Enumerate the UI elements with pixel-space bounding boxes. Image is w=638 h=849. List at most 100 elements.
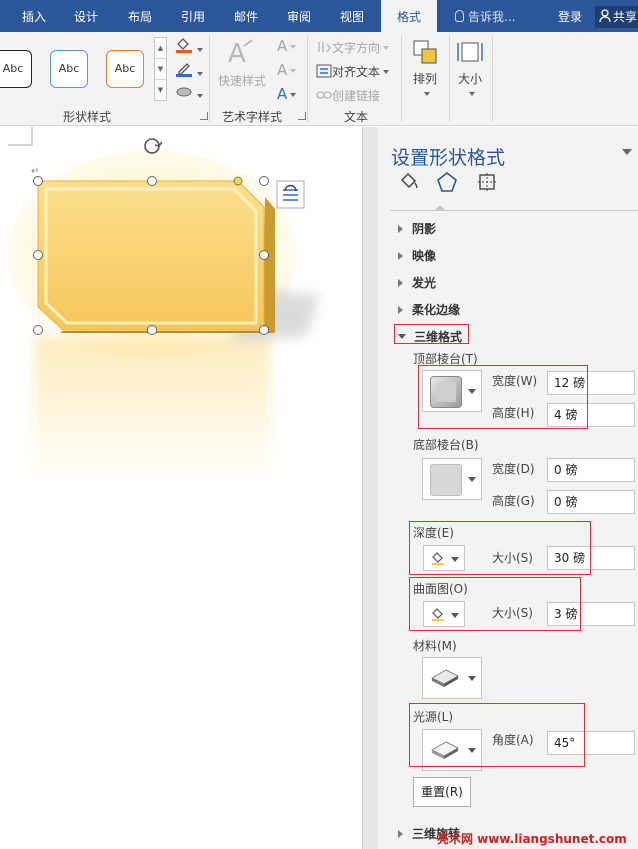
shape-fill-button[interactable] [174,36,203,57]
divider [209,36,210,122]
align-text-icon [316,64,332,78]
resize-handle[interactable] [259,250,269,260]
quick-styles-label: 快速样式 [218,74,267,88]
bottom-bevel-width-input[interactable]: 0 磅 [547,458,635,482]
arrange-icon [413,40,437,64]
layout-options-icon[interactable] [276,180,305,209]
size-caret [469,92,475,96]
svg-text:A: A [228,39,246,68]
effects-tab-icon[interactable] [436,171,458,193]
text-direction-icon [318,42,331,53]
top-bevel-dropdown[interactable] [422,370,482,412]
share-button[interactable]: 共享 [595,6,638,28]
bottom-bevel-height-label: 高度(G) [492,494,535,508]
resize-handle[interactable] [33,250,43,260]
resize-handle[interactable] [33,176,43,186]
pane-title: 设置形状格式 [391,147,506,169]
shape-styles-label: 形状样式 [63,110,112,124]
tab-insert[interactable]: 插入 [10,0,58,32]
bottom-bevel-height-input[interactable]: 0 磅 [547,490,635,514]
depth-color-dropdown[interactable] [423,545,465,571]
person-icon [599,9,611,23]
resize-handle[interactable] [259,325,269,335]
tab-view[interactable]: 视图 [328,0,376,32]
bevel-none-icon [430,464,462,496]
tab-design[interactable]: 设计 [62,0,110,32]
contour-size-label: 大小(S) [492,606,533,620]
resize-handle[interactable] [33,325,43,335]
material-label: 材料(M) [413,639,457,653]
shape-effects-button[interactable] [174,84,203,103]
lighting-angle-label: 角度(A) [492,733,534,747]
pane-splitter[interactable] [362,127,378,849]
selected-shape[interactable] [37,180,265,331]
contour-label: 曲面图(O) [413,582,468,596]
align-text-label: 对齐文本 [332,65,381,79]
contour-color-dropdown[interactable] [423,601,465,627]
text-effects-icon[interactable]: A [277,85,297,103]
gallery-down-icon[interactable]: ▼ [155,59,166,80]
arrange-caret [424,92,430,96]
resize-handle[interactable] [147,325,157,335]
ribbon-body: Abc Abc Abc ▲ ▼ ▼ 形状样式 A 快速样式 A A A 艺术字样式 … [0,32,638,126]
lighting-icon [430,741,460,759]
size-label: 大小 [458,72,483,86]
paint-bucket-icon [176,38,192,53]
tab-mailings[interactable]: 邮件 [222,0,270,32]
shape-styles-launcher[interactable] [200,112,208,120]
gallery-scroll[interactable]: ▲ ▼ ▼ [154,37,167,101]
wordart-launcher[interactable] [298,112,306,120]
create-link-button[interactable]: 创建链接 [316,87,380,104]
align-text-button[interactable]: 对齐文本 [316,63,390,80]
shape-outline-button[interactable] [174,60,203,81]
gallery-up-icon[interactable]: ▲ [155,38,166,59]
adjust-handle[interactable] [233,176,243,186]
pane-tabs [390,171,638,211]
pen-icon [176,63,192,77]
arrange-label: 排列 [413,72,438,86]
section-reflection[interactable]: 映像 [398,247,436,264]
reset-button[interactable]: 重置(R) [413,777,471,807]
divider [492,36,493,122]
contour-size-input[interactable]: 3 磅 [547,602,635,626]
layout-properties-tab-icon[interactable] [476,171,498,193]
tab-review[interactable]: 审阅 [275,0,323,32]
bottom-bevel-label: 底部棱台(B) [413,438,479,452]
top-bevel-width-input[interactable]: 12 磅 [547,371,635,395]
lighting-dropdown[interactable] [422,729,482,771]
quick-styles-button[interactable]: A [224,36,258,71]
format-shape-pane: 设置形状格式 阴影 映像 发光 柔化边缘 三维格式 顶部棱台(T) 宽度(W) … [378,127,638,849]
lighting-angle-input[interactable]: 45° [547,731,635,755]
depth-label: 深度(E) [413,526,454,540]
wordart-label: 艺术字样式 [222,110,283,124]
login-link[interactable]: 登录 [558,0,582,32]
pane-options-icon[interactable] [622,149,632,155]
section-shadow[interactable]: 阴影 [398,220,436,237]
bottom-bevel-dropdown[interactable] [422,458,482,500]
tab-references[interactable]: 引用 [169,0,217,32]
lightbulb-icon [455,10,464,22]
material-dropdown[interactable] [422,657,482,699]
shape-style-orange[interactable]: Abc [106,50,144,88]
tab-layout[interactable]: 布局 [116,0,164,32]
gallery-more-icon[interactable]: ▼ [155,80,166,101]
text-direction-button[interactable]: 文字方向 [316,39,390,56]
fill-line-tab-icon[interactable] [398,171,420,193]
text-outline-icon[interactable]: A [277,61,297,79]
section-soft-edges[interactable]: 柔化边缘 [398,301,460,318]
shape-style-black[interactable]: Abc [0,50,32,88]
tell-me-box[interactable]: 告诉我... [455,0,515,32]
tab-format[interactable]: 格式 [381,0,437,32]
shape-style-blue[interactable]: Abc [50,50,88,88]
section-glow[interactable]: 发光 [398,274,436,291]
resize-handle[interactable] [147,176,157,186]
divider [307,36,308,122]
section-3d-format[interactable]: 三维格式 [398,328,462,345]
shape-depth-bottom [60,331,275,333]
resize-handle[interactable] [259,176,269,186]
arrange-button[interactable] [411,38,439,69]
text-fill-icon[interactable]: A [277,37,297,55]
size-button[interactable] [456,38,484,69]
depth-size-input[interactable]: 30 磅 [547,546,635,570]
top-bevel-height-input[interactable]: 4 磅 [547,403,635,427]
